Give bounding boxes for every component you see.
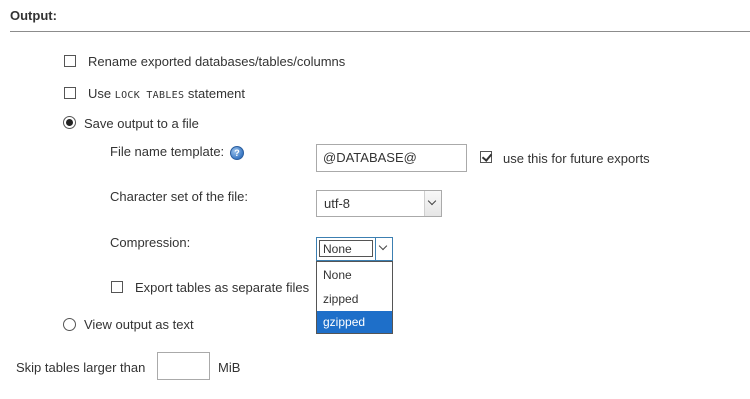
lock-tables-checkbox[interactable] bbox=[64, 87, 76, 99]
rename-checkbox[interactable] bbox=[64, 55, 76, 67]
lock-tables-prefix: Use bbox=[88, 86, 112, 101]
skip-tables-unit: MiB bbox=[218, 360, 241, 375]
lock-tables-suffix: statement bbox=[187, 86, 245, 101]
file-name-template-label: File name template: bbox=[110, 144, 225, 159]
save-to-file-label: Save output to a file bbox=[84, 116, 199, 131]
view-as-text-label: View output as text bbox=[84, 317, 194, 332]
compression-value: None bbox=[323, 242, 352, 256]
lock-tables-code: LOCK TABLES bbox=[114, 90, 185, 101]
compression-option-zipped[interactable]: zipped bbox=[317, 287, 392, 311]
section-divider bbox=[10, 31, 750, 32]
compression-dropdown-list: None zipped gzipped bbox=[316, 261, 393, 334]
skip-tables-label: Skip tables larger than bbox=[16, 360, 146, 375]
compression-current: None bbox=[319, 240, 373, 257]
compression-option-gzipped[interactable]: gzipped bbox=[317, 311, 392, 333]
file-name-template-input[interactable]: @DATABASE@ bbox=[316, 144, 467, 172]
charset-dropdown-arrow[interactable] bbox=[424, 191, 441, 216]
remember-template-checkbox[interactable] bbox=[480, 151, 492, 163]
save-to-file-radio[interactable] bbox=[63, 116, 76, 129]
lock-tables-label: Use LOCK TABLES statement bbox=[88, 86, 245, 101]
compression-option-none[interactable]: None bbox=[317, 263, 392, 287]
question-icon[interactable]: ? bbox=[230, 146, 244, 160]
remember-template-label: use this for future exports bbox=[503, 151, 650, 166]
rename-label: Rename exported databases/tables/columns bbox=[88, 54, 346, 69]
charset-select[interactable]: utf-8 bbox=[316, 190, 442, 217]
chevron-down-icon bbox=[378, 241, 388, 251]
section-title-output: Output: bbox=[10, 8, 57, 23]
skip-tables-size-input[interactable] bbox=[157, 352, 210, 380]
charset-value: utf-8 bbox=[324, 196, 351, 211]
view-as-text-radio[interactable] bbox=[63, 318, 76, 331]
separate-files-label: Export tables as separate files bbox=[135, 280, 310, 295]
compression-label: Compression: bbox=[110, 235, 191, 250]
compression-dropdown-arrow[interactable] bbox=[375, 238, 392, 260]
chevron-down-icon bbox=[427, 196, 437, 206]
charset-label: Character set of the file: bbox=[110, 189, 249, 204]
compression-select[interactable]: None bbox=[316, 237, 393, 261]
separate-files-checkbox[interactable] bbox=[111, 281, 123, 293]
